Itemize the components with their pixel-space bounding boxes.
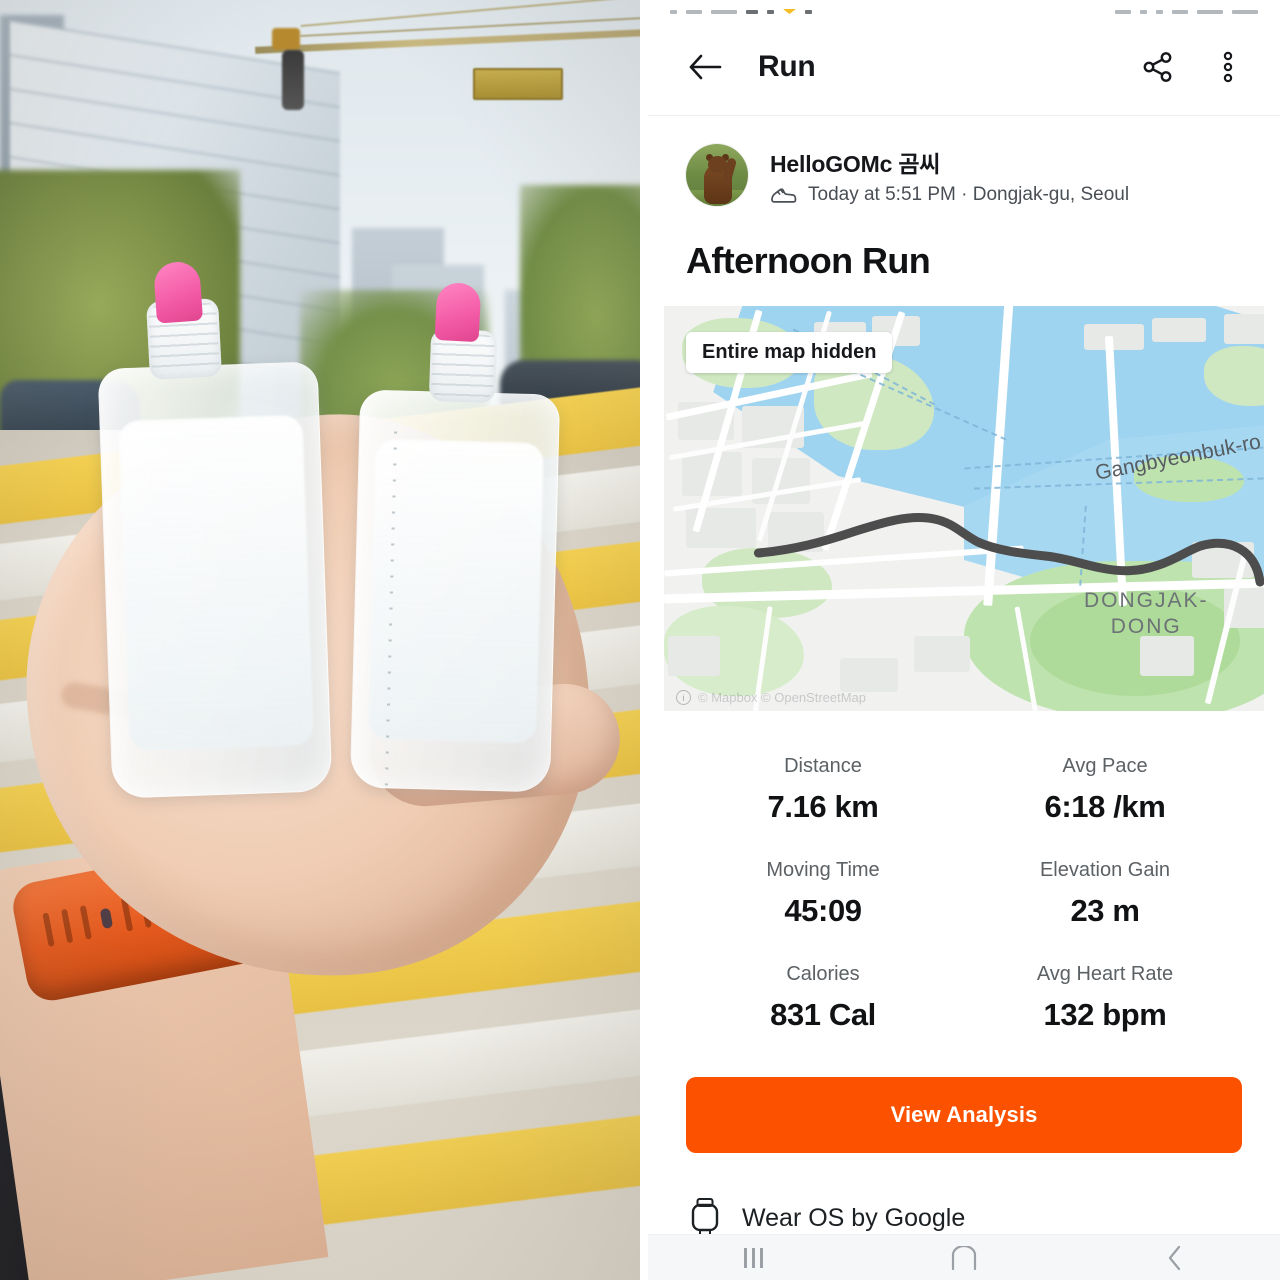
stat-value: 6:18 /km [1044,789,1166,824]
notification-icon [805,10,812,14]
athlete-row[interactable]: HelloGOMc 곰씨 Today at 5:51 PM · Dongjak-… [648,116,1280,206]
stat-label: Avg Pace [1062,755,1148,777]
view-analysis-button[interactable]: View Analysis [686,1077,1242,1153]
vibrate-icon [1156,10,1163,14]
traffic-signal-head [272,28,300,50]
home-icon [951,1245,977,1270]
notification-icon [746,10,758,14]
cta-container: View Analysis [648,1061,1280,1153]
system-navigation-bar [648,1234,1280,1280]
stat-elevation-gain: Elevation Gain 23 m [964,845,1246,949]
app-bar-actions [1136,45,1250,89]
clock-text-2 [1232,10,1258,14]
more-vertical-icon [1223,51,1233,82]
pink-cap-right [434,281,482,343]
back-button[interactable] [682,44,728,90]
athlete-meta: Today at 5:51 PM · Dongjak-gu, Seoul [770,184,1129,206]
stat-row: Calories 831 Cal Avg Heart Rate 132 bpm [682,949,1246,1053]
stat-row: Moving Time 45:09 Elevation Gain 23 m [682,845,1246,949]
battery-icon [1172,10,1188,14]
device-row: Wear OS by Google [648,1153,1280,1234]
map-label-district: DONGJAK- DONG [1084,588,1209,641]
ice-fill [118,414,314,752]
share-button[interactable] [1136,45,1180,89]
left-photo [0,0,640,1280]
map-label-district-line1: DONGJAK- [1084,589,1209,612]
status-icon-wide [711,10,737,14]
stat-value: 23 m [1070,893,1140,928]
status-bar-left-icons [670,9,812,14]
stat-label: Distance [784,755,862,777]
wifi-icon [1140,10,1147,14]
stat-distance: Distance 7.16 km [682,741,964,845]
back-nav-button[interactable] [1115,1235,1235,1280]
stat-label: Moving Time [766,859,880,881]
stat-row: Distance 7.16 km Avg Pace 6:18 /km [682,741,1246,845]
share-icon [1143,51,1172,82]
stat-value: 831 Cal [770,997,876,1032]
mapbox-logo-icon: i [676,690,691,705]
phone-screenshot: Run HelloGOMc 곰씨 Today at 5:51 PM · Dong… [648,0,1280,1280]
stat-avg-heart-rate: Avg Heart Rate 132 bpm [964,949,1246,1053]
avatar[interactable] [686,144,748,206]
stat-value: 132 bpm [1043,997,1167,1032]
map-hidden-badge: Entire map hidden [686,332,893,373]
stat-value: 7.16 km [767,789,879,824]
clock-text [1197,10,1223,14]
screenshot-stage: Run HelloGOMc 곰씨 Today at 5:51 PM · Dong… [0,0,1280,1280]
warning-icon [783,9,796,14]
stat-calories: Calories 831 Cal [682,949,964,1053]
recents-button[interactable] [693,1235,813,1280]
status-bar [648,0,1280,18]
home-button[interactable] [904,1235,1024,1280]
street-sign [473,68,563,100]
stat-avg-pace: Avg Pace 6:18 /km [964,741,1246,845]
athlete-meta-text: Today at 5:51 PM · Dongjak-gu, Seoul [808,183,1130,205]
traffic-signal-lamp [282,50,304,110]
stats-grid: Distance 7.16 km Avg Pace 6:18 /km Movin… [648,711,1280,1061]
map-attribution: i © Mapbox © OpenStreetMap [676,690,866,705]
map-label-district-line2: DONG [1110,615,1182,639]
panel-divider [640,0,648,1280]
map-attribution-text: © Mapbox © OpenStreetMap [698,690,867,705]
smartwatch-icon [691,1198,719,1234]
activity-title: Afternoon Run [686,240,931,281]
page-title: Run [758,49,816,83]
frozen-bottle-left [97,361,333,799]
back-chevron-icon [1168,1245,1180,1270]
notification-icon [767,10,774,14]
arrow-left-icon [689,54,722,79]
device-name: Wear OS by Google [742,1203,966,1232]
frozen-bottle-right [349,389,561,793]
pink-cap-left [152,260,204,324]
stat-value: 45:09 [784,893,862,928]
athlete-text: HelloGOMc 곰씨 Today at 5:51 PM · Dongjak-… [770,145,1129,206]
recents-icon [743,1247,763,1268]
activity-content: HelloGOMc 곰씨 Today at 5:51 PM · Dongjak-… [648,116,1280,1234]
running-shoe-icon [771,187,797,203]
status-bar-right-icons [1115,10,1258,14]
stat-label: Calories [786,963,860,985]
app-bar: Run [648,18,1280,116]
signal-icon [1115,10,1131,14]
status-icon-small [670,10,677,14]
status-icon [686,10,702,14]
overflow-menu-button[interactable] [1206,45,1250,89]
athlete-name: HelloGOMc 곰씨 [770,150,941,177]
activity-map[interactable]: Entire map hidden Gangbyeonbuk-ro DONGJA… [664,306,1264,711]
stat-moving-time: Moving Time 45:09 [682,845,964,949]
stat-label: Avg Heart Rate [1036,963,1174,985]
stat-label: Elevation Gain [1039,859,1171,881]
